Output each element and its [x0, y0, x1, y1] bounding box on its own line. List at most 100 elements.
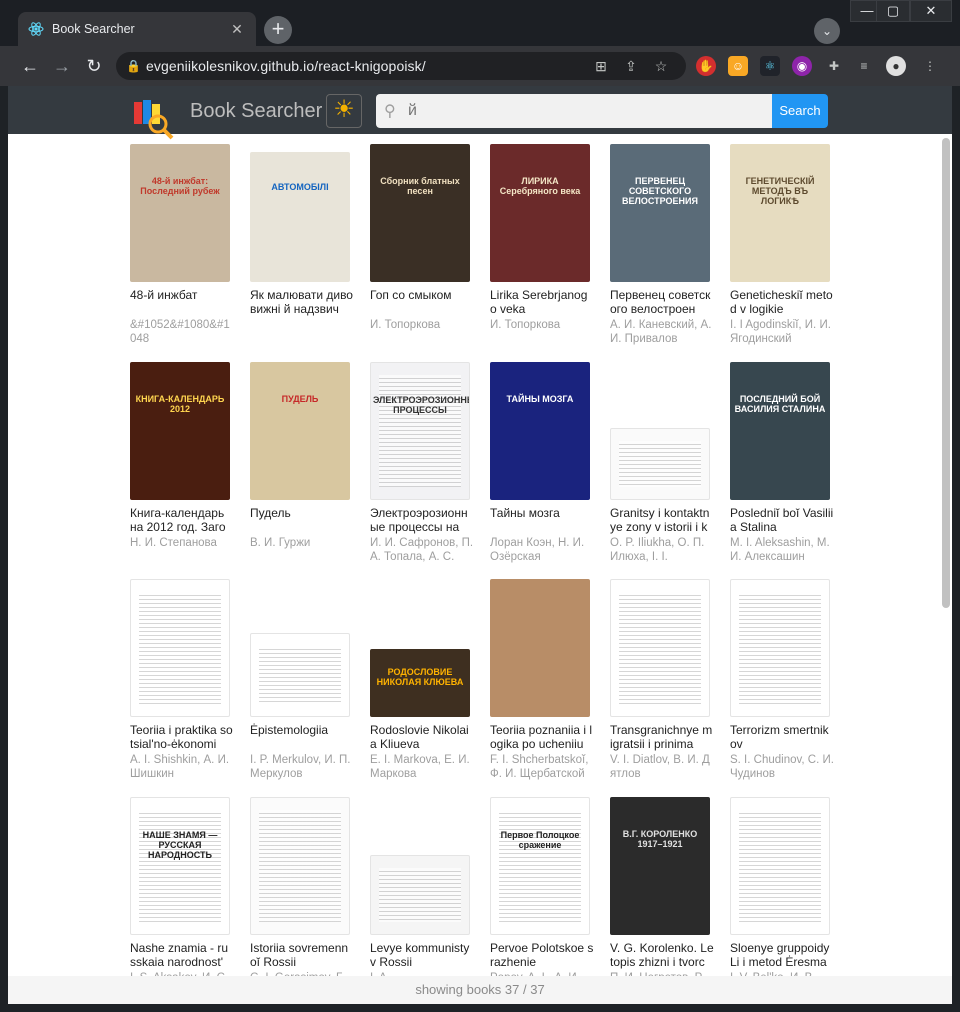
book-title[interactable]: Первенец советского велостроен [610, 288, 714, 316]
book-title[interactable]: Ėpistemologiia [250, 723, 354, 751]
book-cover-image[interactable]: ЛИРИКА Серебряного века [490, 144, 590, 282]
book-card[interactable]: НАШЕ ЗНАМЯ — РУССКАЯ НАРОДНОСТЬ Nashe zna… [130, 797, 234, 999]
book-card[interactable]: ПОСЛЕДНИЙ БОЙ ВАСИЛИЯ СТАЛИНА Posledniĭ b… [730, 362, 834, 564]
book-title[interactable]: Transgranichnye migratsii i prinima [610, 723, 714, 751]
book-card[interactable]: АВТОМОБІЛІ Як малювати дивовижні й надзви… [250, 144, 354, 346]
book-title[interactable]: Teoriia poznaniia i logika po ucheniiu [490, 723, 594, 751]
book-card[interactable]: ГЕНЕТИЧЕСКІЙ МЕТОДЪ ВЪ ЛОГИКѢ Genetichesk… [730, 144, 834, 346]
reload-icon[interactable]: ↻ [82, 54, 106, 78]
book-title[interactable]: Як малювати дивовижні й надзвич [250, 288, 354, 316]
react-devtools-icon[interactable]: ⚛ [760, 56, 780, 76]
book-cover-image[interactable] [130, 579, 230, 717]
share-icon[interactable]: ⇪ [616, 58, 646, 75]
book-title[interactable]: Lirika Serebrjanogo veka [490, 288, 594, 316]
book-cover-image[interactable]: Сборник блатных песен [370, 144, 470, 282]
book-card[interactable]: Teoriia poznaniia i logika po ucheniiu F.… [490, 579, 594, 781]
address-bar[interactable]: 🔒 evgeniikolesnikov.github.io/react-knig… [116, 52, 686, 80]
theme-toggle-sun-icon[interactable]: ☀ [326, 94, 362, 128]
book-cover-image[interactable]: ТАЙНЫ МОЗГА [490, 362, 590, 500]
bookmark-star-icon[interactable]: ☆ [646, 58, 676, 75]
book-cover-image[interactable] [610, 428, 710, 500]
book-title[interactable]: Geneticheskiĭ metod v logikie [730, 288, 834, 316]
book-title[interactable]: Pervoe Polotskoe srazhenie [490, 941, 594, 969]
window-close-button[interactable]: ✕ [910, 0, 952, 22]
book-cover-image[interactable]: ПОСЛЕДНИЙ БОЙ ВАСИЛИЯ СТАЛИНА [730, 362, 830, 500]
book-cover-image[interactable]: В.Г. КОРОЛЕНКО 1917–1921 [610, 797, 710, 935]
book-card[interactable]: Levye kommunisty v RossiiI. A. [370, 797, 474, 999]
book-card[interactable]: Istoriia sovremennoĭ RossiiG. I. Gerasim… [250, 797, 354, 999]
book-title[interactable]: Granitsy i kontaktnye zony v istorii i k [610, 506, 714, 534]
book-cover-image[interactable] [490, 579, 590, 717]
window-maximize-button[interactable]: ▢ [876, 0, 910, 22]
search-input[interactable] [408, 102, 748, 120]
book-card[interactable]: ЛИРИКА Серебряного века Lirika Serebrjano… [490, 144, 594, 346]
browser-menu-icon[interactable]: ⋮ [920, 56, 940, 76]
book-title[interactable]: Istoriia sovremennoĭ Rossii [250, 941, 354, 969]
book-card[interactable]: Terrorizm smertnikov S. I. Chudinov, С. И… [730, 579, 834, 781]
book-title[interactable]: Гоп со смыком [370, 288, 474, 316]
book-card[interactable]: 48-й инжбат: Последний рубеж 48-й инжбат &… [130, 144, 234, 346]
book-cover-image[interactable]: ЭЛЕКТРОЭРОЗИОННЫЕ ПРОЦЕССЫ [370, 362, 470, 500]
book-card[interactable]: Granitsy i kontaktnye zony v istorii i k… [610, 362, 714, 564]
book-title[interactable]: Levye kommunisty v Rossii [370, 941, 474, 969]
extensions-puzzle-icon[interactable]: ✚ [824, 56, 844, 76]
book-cover-image[interactable] [730, 797, 830, 935]
book-cover-image[interactable]: НАШЕ ЗНАМЯ — РУССКАЯ НАРОДНОСТЬ [130, 797, 230, 935]
book-title[interactable]: Sloenye gruppoidy Li i metod Ėresma [730, 941, 834, 969]
book-card[interactable]: Первое Полоцкое сражение Pervoe Polotskoe… [490, 797, 594, 999]
book-title[interactable]: Тайны мозга [490, 506, 594, 534]
book-card[interactable]: Transgranichnye migratsii i prinima V. I.… [610, 579, 714, 781]
profile-avatar[interactable]: ● [886, 56, 906, 76]
book-cover-image[interactable] [610, 579, 710, 717]
book-cover-image[interactable]: РОДОСЛОВИЕ НИКОЛАЯ КЛЮЕВА [370, 649, 470, 717]
book-cover-image[interactable]: ПУДЕЛЬ [250, 362, 350, 500]
book-card[interactable]: В.Г. КОРОЛЕНКО 1917–1921 V. G. Korolenko.… [610, 797, 714, 999]
search-button[interactable]: Search [772, 94, 828, 128]
book-cover-image[interactable]: Первое Полоцкое сражение [490, 797, 590, 935]
forward-arrow-icon[interactable]: → [50, 54, 74, 78]
color-picker-extension-icon[interactable]: ◉ [792, 56, 812, 76]
browser-tab[interactable]: Book Searcher ✕ [18, 12, 256, 46]
book-cover-image[interactable]: ГЕНЕТИЧЕСКІЙ МЕТОДЪ ВЪ ЛОГИКѢ [730, 144, 830, 282]
tab-search-button[interactable]: ⌄ [814, 18, 840, 44]
lock-icon[interactable]: 🔒 [126, 59, 146, 73]
media-control-icon[interactable]: ≡ [854, 56, 874, 76]
book-card[interactable]: Сборник блатных песен Гоп со смыком И. Топ… [370, 144, 474, 346]
book-cover-image[interactable] [370, 855, 470, 935]
back-arrow-icon[interactable]: ← [18, 54, 42, 78]
tab-close-icon[interactable]: ✕ [228, 21, 246, 38]
book-title[interactable]: Пудель [250, 506, 354, 534]
book-title[interactable]: Terrorizm smertnikov [730, 723, 834, 751]
book-card[interactable]: РОДОСЛОВИЕ НИКОЛАЯ КЛЮЕВА Rodoslovie Niko… [370, 579, 474, 781]
book-title[interactable]: V. G. Korolenko. Letopis zhizni i tvorc [610, 941, 714, 969]
book-cover-image[interactable] [730, 579, 830, 717]
book-card[interactable]: ПУДЕЛЬ Пудель В. И. Гуржи [250, 362, 354, 564]
book-card[interactable]: ЭЛЕКТРОЭРОЗИОННЫЕ ПРОЦЕССЫ Электроэрозион… [370, 362, 474, 564]
url-text[interactable]: evgeniikolesnikov.github.io/react-knigop… [146, 58, 586, 74]
book-title[interactable]: Nashe znamia - russkaia narodnost' [130, 941, 234, 969]
book-title[interactable]: Teoriia i praktika sotsial'no-ėkonomi [130, 723, 234, 751]
book-card[interactable]: КНИГА-КАЛЕНДАРЬ 2012 Книга-календарь на 2… [130, 362, 234, 564]
page-scrollbar-thumb[interactable] [942, 138, 950, 608]
browser-toolbar: ← → ↻ 🔒 evgeniikolesnikov.github.io/reac… [0, 46, 960, 86]
book-card[interactable]: Teoriia i praktika sotsial'no-ėkonomi A. … [130, 579, 234, 781]
book-card[interactable]: Sloenye gruppoidy Li i metod ĖresmaI. V.… [730, 797, 834, 999]
book-cover-image[interactable]: ПЕРВЕНЕЦ СОВЕТСКОГО ВЕЛОСТРОЕНИЯ [610, 144, 710, 282]
book-cover-image[interactable]: 48-й инжбат: Последний рубеж [130, 144, 230, 282]
book-card[interactable]: ПЕРВЕНЕЦ СОВЕТСКОГО ВЕЛОСТРОЕНИЯ Первенец… [610, 144, 714, 346]
adblock-extension-icon[interactable]: ✋ [696, 56, 716, 76]
book-cover-image[interactable] [250, 797, 350, 935]
book-title[interactable]: Rodoslovie Nikolaia Kliueva [370, 723, 474, 751]
book-cover-image[interactable]: АВТОМОБІЛІ [250, 152, 350, 282]
book-cover-image[interactable]: КНИГА-КАЛЕНДАРЬ 2012 [130, 362, 230, 500]
book-title[interactable]: Электроэрозионные процессы на [370, 506, 474, 534]
book-cover-image[interactable] [250, 633, 350, 717]
book-title[interactable]: Книга-календарь на 2012 год. Заго [130, 506, 234, 534]
new-tab-button[interactable]: + [264, 16, 292, 44]
emoji-extension-icon[interactable]: ☺ [728, 56, 748, 76]
book-title[interactable]: Posledniĭ boĭ Vasiliia Stalina [730, 506, 834, 534]
book-card[interactable]: Ėpistemologiia I. P. Merkulov, И. П. Мерк… [250, 579, 354, 781]
book-card[interactable]: ТАЙНЫ МОЗГА Тайны мозга Лоран Коэн, Н. И. … [490, 362, 594, 564]
book-title[interactable]: 48-й инжбат [130, 288, 234, 316]
translate-icon[interactable]: ⊞ [586, 58, 616, 75]
